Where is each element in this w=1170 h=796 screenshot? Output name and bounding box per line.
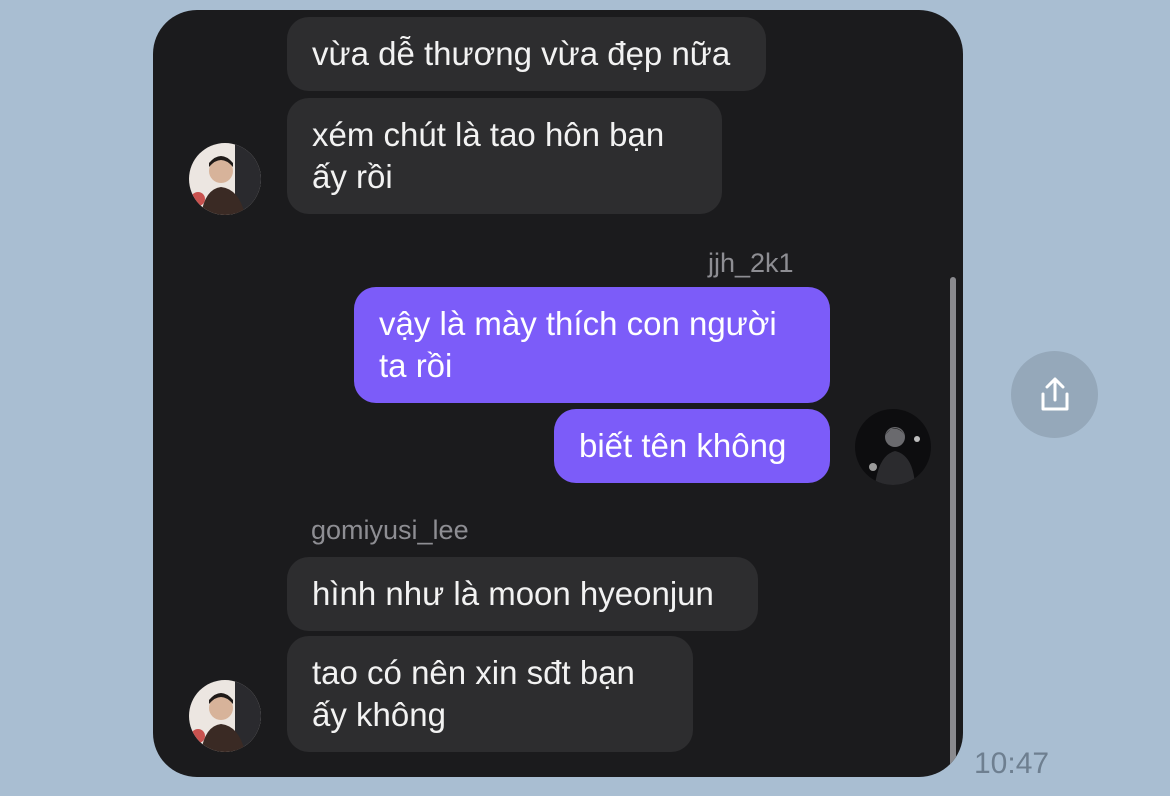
share-button[interactable] xyxy=(1011,351,1098,438)
incoming-message[interactable]: vừa dễ thương vừa đẹp nữa xyxy=(287,17,766,91)
share-icon xyxy=(1041,377,1068,410)
outgoing-message[interactable]: vậy là mày thích con người ta rồi xyxy=(354,287,830,403)
incoming-message[interactable]: tao có nên xin sđt bạn ấy không xyxy=(287,636,693,752)
avatar-gomiyusi-lee[interactable] xyxy=(189,143,261,215)
incoming-message[interactable]: hình như là moon hyeonjun xyxy=(287,557,758,631)
incoming-message[interactable]: xém chút là tao hôn bạn ấy rồi xyxy=(287,98,722,214)
timestamp: 10:47 xyxy=(974,747,1050,780)
avatar-photo-icon xyxy=(855,409,931,485)
chat-thread: vừa dễ thương vừa đẹp nữa xém chút là ta… xyxy=(153,10,963,777)
avatar-photo-icon xyxy=(189,680,261,752)
avatar-photo-icon xyxy=(189,143,261,215)
avatar-jjh-2k1[interactable] xyxy=(855,409,931,485)
sender-username: jjh_2k1 xyxy=(708,248,794,278)
scrollbar[interactable] xyxy=(950,277,956,777)
sender-username: gomiyusi_lee xyxy=(311,515,469,545)
outgoing-message[interactable]: biết tên không xyxy=(554,409,830,483)
avatar-gomiyusi-lee[interactable] xyxy=(189,680,261,752)
